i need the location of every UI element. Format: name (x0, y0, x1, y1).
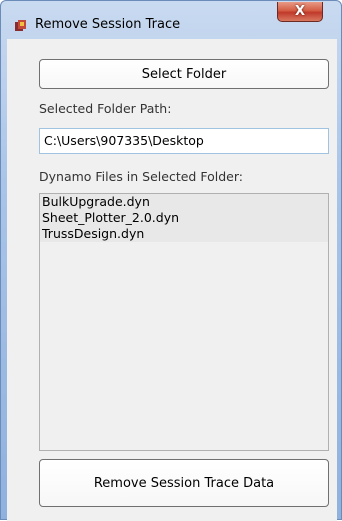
dynamo-files-label: Dynamo Files in Selected Folder: (39, 169, 243, 184)
list-item[interactable]: Sheet_Plotter_2.0.dyn (40, 210, 328, 226)
close-icon: X (294, 4, 306, 19)
app-icon (15, 17, 27, 31)
title-bar[interactable]: Remove Session Trace X (1, 1, 341, 39)
close-button[interactable]: X (277, 2, 323, 22)
client-area: Select Folder Selected Folder Path: C:\U… (7, 39, 337, 521)
select-folder-button[interactable]: Select Folder (39, 59, 329, 89)
selected-folder-path-label: Selected Folder Path: (39, 101, 172, 116)
select-folder-label: Select Folder (141, 66, 227, 82)
dynamo-files-listbox[interactable]: BulkUpgrade.dyn Sheet_Plotter_2.0.dyn Tr… (39, 193, 329, 451)
remove-session-trace-button[interactable]: Remove Session Trace Data (39, 459, 329, 507)
app-window: Remove Session Trace X Select Folder Sel… (0, 0, 342, 521)
window-title: Remove Session Trace (35, 17, 181, 32)
folder-path-input[interactable]: C:\Users\907335\Desktop (39, 128, 329, 154)
list-item[interactable]: BulkUpgrade.dyn (40, 194, 328, 210)
remove-session-trace-label: Remove Session Trace Data (93, 475, 275, 491)
list-item[interactable]: TrussDesign.dyn (40, 226, 328, 242)
